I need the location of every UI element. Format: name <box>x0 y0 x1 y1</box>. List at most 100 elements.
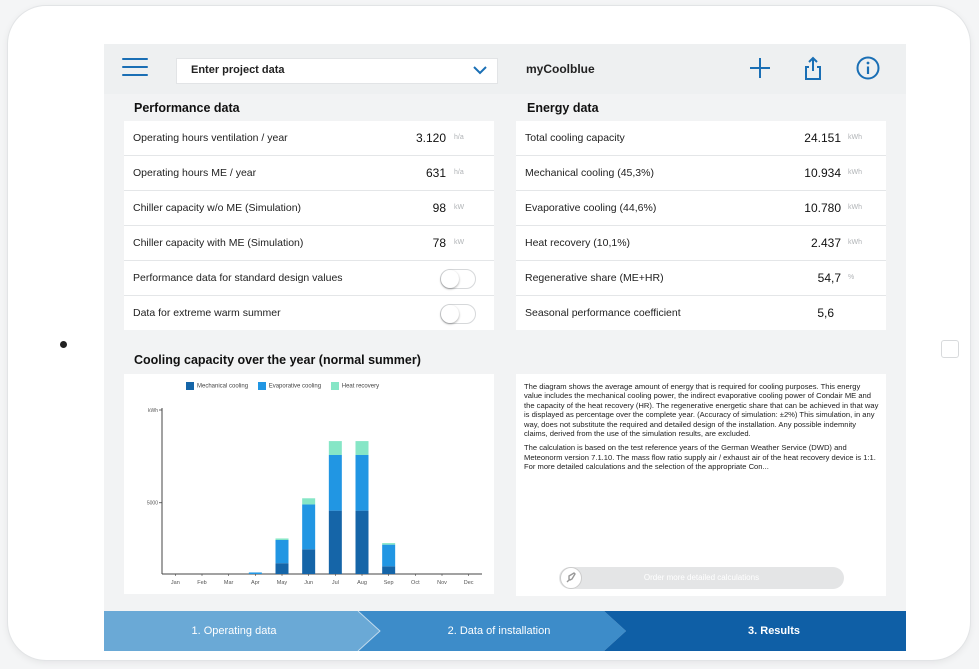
row-unit: % <box>848 274 855 281</box>
toggle-knob <box>441 305 459 323</box>
x-tick-label: Oct <box>411 580 420 586</box>
step-results[interactable]: 3. Results <box>704 625 844 637</box>
table-row: Operating hours ME / year 631 h/a <box>124 156 494 191</box>
row-unit: kWh <box>848 169 862 176</box>
y-tick-label: kWh <box>148 408 158 414</box>
description-paragraph: The diagram shows the average amount of … <box>524 382 879 439</box>
table-row: Operating hours ventilation / year 3.120… <box>124 121 494 156</box>
x-tick-label: Dec <box>464 580 474 586</box>
row-value: 98 <box>432 201 446 215</box>
hamburger-menu-icon[interactable] <box>122 58 148 78</box>
x-tick-label: Apr <box>251 580 260 586</box>
row-label: Evaporative cooling (44,6%) <box>525 202 657 214</box>
tablet-frame: Enter project data myCoolblue Performanc… <box>8 6 970 660</box>
row-label: Chiller capacity w/o ME (Simulation) <box>133 202 302 214</box>
table-row: Chiller capacity with ME (Simulation) 78… <box>124 226 494 261</box>
toggle-knob <box>441 270 459 288</box>
x-tick-label: Mar <box>224 580 234 586</box>
chart-bar-segment <box>328 455 342 511</box>
chart-bar-segment <box>355 510 369 574</box>
chart-bar-segment <box>248 572 262 574</box>
table-row: Evaporative cooling (44,6%) 10.780 kWh <box>516 191 886 226</box>
chart-title: Cooling capacity over the year (normal s… <box>134 353 421 367</box>
performance-table: Operating hours ventilation / year 3.120… <box>124 121 494 330</box>
project-data-dropdown[interactable]: Enter project data <box>176 58 498 84</box>
x-tick-label: Jun <box>304 580 313 586</box>
description-text: The diagram shows the average amount of … <box>524 382 880 477</box>
standard-design-toggle[interactable] <box>440 269 476 289</box>
row-unit: h/a <box>454 169 464 176</box>
table-row: Heat recovery (10,1%) 2.437 kWh <box>516 226 886 261</box>
row-unit: kWh <box>848 134 862 141</box>
toggle-row: Data for extreme warm summer <box>124 296 494 330</box>
chart-plot: kWh 5000 Jan Feb Mar Apr May Jun Jul Aug Sep Oct Nov… <box>147 408 482 586</box>
row-value: 78 <box>432 236 446 250</box>
y-tick-label: 5000 <box>147 501 158 507</box>
chart-bar-segment <box>328 510 342 574</box>
chart-bar-segment <box>382 543 396 545</box>
row-value: 3.120 <box>415 131 446 145</box>
share-icon[interactable] <box>804 56 822 80</box>
order-button-label: Order more detailed calculations <box>643 573 760 582</box>
step-operating-data[interactable]: 1. Operating data <box>164 625 304 637</box>
chart-bar-segment <box>302 504 316 550</box>
table-row: Regenerative share (ME+HR) 54,7 % <box>516 261 886 296</box>
x-tick-label: Aug <box>357 580 367 586</box>
info-icon[interactable] <box>856 56 880 80</box>
table-row: Total cooling capacity 24.151 kWh <box>516 121 886 156</box>
row-value: 631 <box>425 166 446 180</box>
app-screen: Enter project data myCoolblue Performanc… <box>104 44 906 651</box>
row-value: 10.780 <box>804 201 841 215</box>
chart-bar-segment <box>355 455 369 511</box>
row-label: Chiller capacity with ME (Simulation) <box>133 237 304 249</box>
energy-table: Total cooling capacity 24.151 kWh Mechan… <box>516 121 886 330</box>
row-label: Data for extreme warm summer <box>133 307 281 319</box>
row-unit: h/a <box>454 134 464 141</box>
x-tick-label: Nov <box>437 580 447 586</box>
table-row: Mechanical cooling (45,3%) 10.934 kWh <box>516 156 886 191</box>
row-label: Heat recovery (10,1%) <box>525 237 631 249</box>
row-value: 10.934 <box>804 166 841 180</box>
chart-bar-segment <box>275 563 289 574</box>
chart-bar-segment <box>302 549 316 574</box>
chart-bar-segment <box>275 538 289 540</box>
extreme-summer-toggle[interactable] <box>440 304 476 324</box>
energy-data-title: Energy data <box>527 101 599 115</box>
project-dropdown-label: Enter project data <box>191 64 285 76</box>
app-title: myCoolblue <box>526 62 595 76</box>
row-label: Mechanical cooling (45,3%) <box>525 167 654 179</box>
description-paragraph: The calculation is based on the test ref… <box>524 443 876 472</box>
home-button[interactable] <box>941 340 959 358</box>
x-tick-label: Sep <box>384 580 394 586</box>
order-calculations-button[interactable]: Order more detailed calculations <box>559 567 844 589</box>
row-value: 5,6 <box>817 306 834 320</box>
top-bar: Enter project data myCoolblue <box>104 44 906 94</box>
row-label: Operating hours ME / year <box>133 167 257 179</box>
x-tick-label: Jan <box>171 580 180 586</box>
chevron-down-icon <box>473 66 487 75</box>
row-label: Seasonal performance coefficient <box>525 307 681 319</box>
toggle-row: Performance data for standard design val… <box>124 261 494 296</box>
chart-bar-segment <box>302 498 316 505</box>
chart-bar-segment <box>355 441 369 455</box>
row-value: 54,7 <box>817 271 841 285</box>
step-data-of-installation[interactable]: 2. Data of installation <box>414 625 584 637</box>
camera <box>60 341 67 348</box>
chart-bar-segment <box>382 566 396 574</box>
chart-bar-segment <box>382 544 396 567</box>
chart-bar-segment <box>328 441 342 455</box>
performance-data-title: Performance data <box>134 101 240 115</box>
step-navigation: 1. Operating data 2. Data of installatio… <box>104 611 906 651</box>
row-unit: kWh <box>848 204 862 211</box>
table-row: Chiller capacity w/o ME (Simulation) 98 … <box>124 191 494 226</box>
plus-icon[interactable] <box>749 57 771 79</box>
row-label: Operating hours ventilation / year <box>133 132 288 144</box>
row-label: Total cooling capacity <box>525 132 625 144</box>
description-panel: The diagram shows the average amount of … <box>516 374 886 596</box>
row-unit: kWh <box>848 239 862 246</box>
table-row: Seasonal performance coefficient 5,6 <box>516 296 886 330</box>
row-value: 24.151 <box>804 131 841 145</box>
row-unit: kW <box>454 239 465 246</box>
row-label: Performance data for standard design val… <box>133 272 343 284</box>
x-tick-label: Jul <box>332 580 339 586</box>
